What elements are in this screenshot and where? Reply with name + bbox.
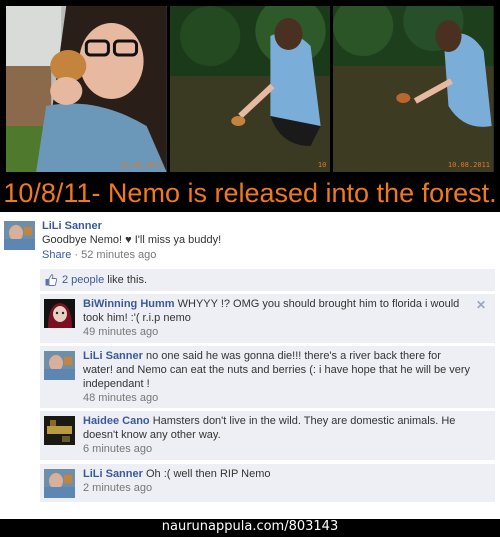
comment-author-link[interactable]: LiLi Sanner xyxy=(83,468,143,480)
photo-hamster-kiss: 10.08.2011 xyxy=(6,6,167,172)
share-link[interactable]: Share xyxy=(42,249,71,261)
comment-body: LiLi Sanner Oh :( well then RIP Nemo 2 m… xyxy=(83,467,473,495)
comment-time[interactable]: 6 minutes ago xyxy=(83,443,152,455)
comment: LiLi Sanner Oh :( well then RIP Nemo 2 m… xyxy=(40,464,495,502)
comment-author-link[interactable]: Haidee Cano xyxy=(83,415,150,427)
comment: Haidee Cano Hamsters don't live in the w… xyxy=(40,411,495,460)
comment-body: BiWinning Humm WHYYY !? OMG you should b… xyxy=(83,297,473,339)
avatar[interactable] xyxy=(44,351,75,380)
comment-time[interactable]: 2 minutes ago xyxy=(83,482,152,494)
comment-author-link[interactable]: BiWinning Humm xyxy=(83,298,175,310)
comment: BiWinning Humm WHYYY !? OMG you should b… xyxy=(40,294,495,343)
photo-date-stamp: 10.08.2011 xyxy=(120,161,163,169)
post-meta: Share · 52 minutes ago xyxy=(42,249,156,261)
photo-date-stamp: 10.08.2011 xyxy=(447,161,491,169)
facebook-post-panel: LiLi Sanner Goodbye Nemo! ♥ I'll miss ya… xyxy=(0,212,500,519)
avatar[interactable] xyxy=(44,416,75,445)
likes-count-link[interactable]: 2 people xyxy=(62,274,104,286)
comment-time[interactable]: 49 minutes ago xyxy=(83,326,158,338)
avatar[interactable] xyxy=(4,221,35,250)
comment-text: Oh :( well then RIP Nemo xyxy=(145,468,271,480)
thumbs-up-icon xyxy=(45,274,58,289)
comment-time[interactable]: 48 minutes ago xyxy=(83,392,158,404)
site-watermark: naurunappula.com/803143 xyxy=(0,519,500,537)
photo-releasing-hamster: 10 xyxy=(169,6,331,172)
photo-caption: 10/8/11- Nemo is released into the fores… xyxy=(3,178,497,208)
avatar[interactable] xyxy=(44,299,75,328)
photo-hamster-in-leaves: 10.08.2011 xyxy=(333,6,495,172)
likes-suffix: like this. xyxy=(104,274,148,286)
post-text: Goodbye Nemo! ♥ I'll miss ya buddy! xyxy=(42,234,222,246)
likes-bar: 2 people like this. xyxy=(40,269,495,291)
status-post: LiLi Sanner Goodbye Nemo! ♥ I'll miss ya… xyxy=(0,212,500,262)
post-author-link[interactable]: LiLi Sanner xyxy=(42,220,102,232)
comment: LiLi Sanner no one said he was gonna die… xyxy=(40,346,495,408)
likes-text: 2 people like this. xyxy=(62,274,147,286)
comment-body: LiLi Sanner no one said he was gonna die… xyxy=(83,349,473,405)
avatar[interactable] xyxy=(44,469,75,498)
post-time[interactable]: 52 minutes ago xyxy=(81,249,156,261)
comment-body: Haidee Cano Hamsters don't live in the w… xyxy=(83,414,473,456)
photo-date-stamp: 10 xyxy=(317,161,327,169)
meta-separator: · xyxy=(71,249,82,261)
photo-strip: 10.08.2011 10 10.08.2011 xyxy=(6,6,495,172)
comment-author-link[interactable]: LiLi Sanner xyxy=(83,350,143,362)
remove-comment-icon[interactable]: ✕ xyxy=(476,298,486,312)
